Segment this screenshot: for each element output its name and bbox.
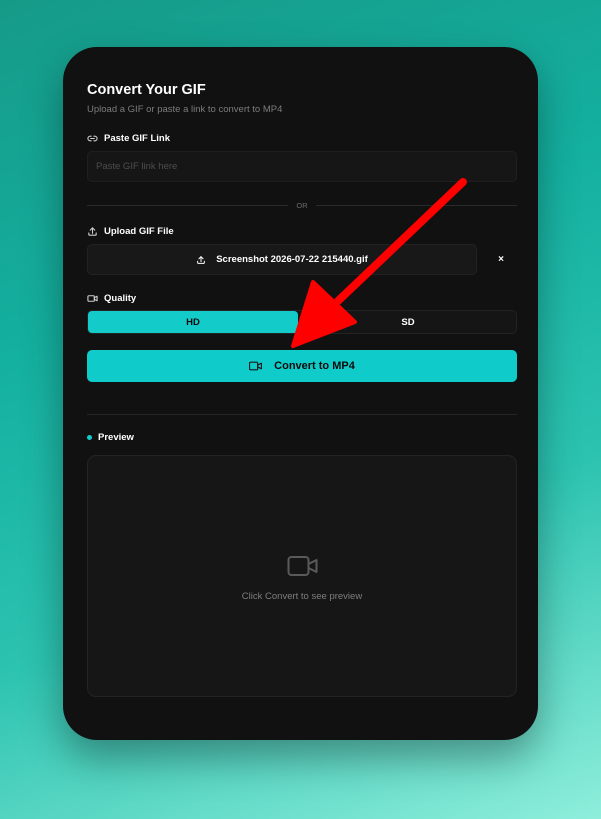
converter-card: Convert Your GIF Upload a GIF or paste a… bbox=[63, 47, 538, 740]
video-icon bbox=[87, 295, 98, 302]
upload-label-text: Upload GIF File bbox=[104, 226, 174, 237]
gif-link-input[interactable] bbox=[87, 151, 517, 182]
quality-label-text: Quality bbox=[104, 293, 137, 304]
link-icon bbox=[87, 135, 98, 142]
preview-area: Click Convert to see preview bbox=[87, 455, 517, 697]
preview-empty-text: Click Convert to see preview bbox=[241, 591, 363, 602]
quality-label: Quality bbox=[87, 293, 136, 304]
quality-option-hd[interactable]: HD bbox=[88, 311, 298, 333]
page-subtitle: Upload a GIF or paste a link to convert … bbox=[87, 104, 283, 115]
or-divider: OR bbox=[87, 199, 517, 211]
divider-line-right bbox=[315, 204, 517, 206]
file-name: Screenshot 2026-07-22 215440.gif bbox=[216, 254, 368, 265]
link-label-text: Paste GIF Link bbox=[104, 133, 170, 144]
clear-file-button[interactable]: × bbox=[491, 253, 511, 267]
quality-selector: HD SD bbox=[87, 310, 517, 334]
video-icon bbox=[249, 361, 263, 371]
file-upload-button[interactable]: Screenshot 2026-07-22 215440.gif bbox=[87, 244, 477, 275]
quality-option-sd[interactable]: SD bbox=[300, 311, 516, 333]
upload-label: Upload GIF File bbox=[87, 226, 174, 237]
section-separator bbox=[87, 414, 517, 415]
page-title: Convert Your GIF bbox=[87, 82, 206, 98]
convert-button-label: Convert to MP4 bbox=[274, 360, 355, 372]
video-icon bbox=[287, 556, 318, 576]
upload-icon bbox=[197, 255, 206, 264]
preview-label-text: Preview bbox=[98, 432, 134, 443]
upload-icon bbox=[88, 227, 97, 236]
link-label: Paste GIF Link bbox=[87, 133, 170, 144]
preview-label: Preview bbox=[87, 432, 134, 443]
or-text: OR bbox=[296, 200, 308, 210]
divider-line-left bbox=[87, 204, 289, 206]
status-dot bbox=[87, 435, 92, 440]
convert-button[interactable]: Convert to MP4 bbox=[87, 350, 517, 382]
